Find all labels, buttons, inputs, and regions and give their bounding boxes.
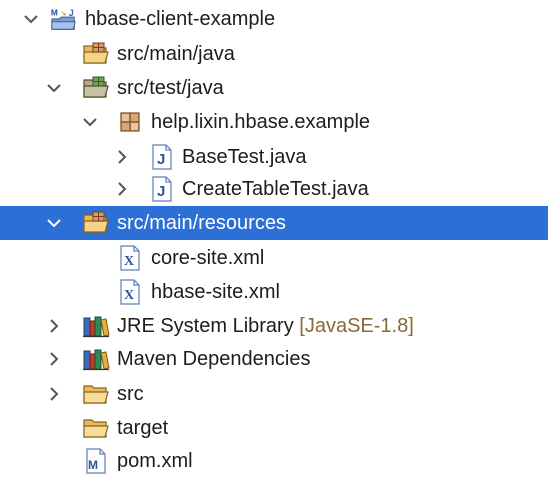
src-main-java-label: src/main/java	[117, 43, 235, 65]
maven-dependencies-label: Maven Dependencies	[117, 348, 311, 370]
tree-item-core-site[interactable]: X core-site.xml	[0, 241, 548, 275]
target-label: target	[117, 417, 169, 439]
svg-text:J: J	[157, 151, 165, 168]
project-explorer-tree: M ↘ J hbase-client-example src/main/java	[0, 0, 548, 482]
core-site-label: core-site.xml	[151, 247, 265, 269]
src-main-resources-label: src/main/resources	[117, 212, 286, 234]
maven-java-project-icon: M ↘ J	[50, 6, 78, 32]
project-label: hbase-client-example	[85, 8, 276, 30]
svg-text:↘: ↘	[60, 8, 66, 17]
folder-icon	[82, 381, 110, 407]
hbase-site-label: hbase-site.xml	[151, 281, 280, 303]
svg-text:X: X	[124, 254, 134, 269]
source-folder-icon	[82, 41, 110, 67]
jre-library-name: JRE System Library	[117, 315, 294, 337]
tree-item-src-main-java[interactable]: src/main/java	[0, 37, 548, 71]
source-folder-icon	[82, 210, 110, 236]
tree-item-pom[interactable]: M pom.xml	[0, 444, 548, 478]
package-icon	[116, 109, 144, 135]
xml-file-icon: X	[116, 279, 144, 305]
chevron-right-icon[interactable]	[44, 384, 64, 404]
chevron-down-icon[interactable]	[80, 112, 100, 132]
java-file-icon: J	[148, 176, 176, 202]
chevron-down-icon[interactable]	[44, 213, 64, 233]
package-label: help.lixin.hbase.example	[151, 111, 371, 133]
tree-item-src-main-resources[interactable]: src/main/resources	[0, 206, 548, 240]
tree-item-base-test[interactable]: J BaseTest.java	[0, 140, 548, 174]
tree-item-target[interactable]: target	[0, 411, 548, 445]
chevron-down-icon[interactable]	[21, 9, 41, 29]
chevron-right-icon[interactable]	[112, 147, 132, 167]
test-source-folder-icon	[82, 75, 110, 101]
src-label: src	[117, 383, 144, 405]
svg-text:X: X	[124, 288, 134, 303]
create-table-test-label: CreateTableTest.java	[182, 178, 369, 200]
library-icon	[82, 313, 110, 339]
src-test-java-label: src/test/java	[117, 77, 224, 99]
base-test-label: BaseTest.java	[182, 146, 307, 168]
tree-item-src-test-java[interactable]: src/test/java	[0, 71, 548, 105]
chevron-right-icon[interactable]	[44, 349, 64, 369]
tree-item-create-table-test[interactable]: J CreateTableTest.java	[0, 172, 548, 206]
svg-text:J: J	[157, 183, 165, 200]
java-file-icon: J	[148, 144, 176, 170]
tree-item-hbase-site[interactable]: X hbase-site.xml	[0, 275, 548, 309]
tree-item-src[interactable]: src	[0, 377, 548, 411]
pom-label: pom.xml	[117, 450, 193, 472]
tree-item-package[interactable]: help.lixin.hbase.example	[0, 105, 548, 139]
chevron-down-icon[interactable]	[44, 78, 64, 98]
maven-pom-icon: M	[82, 448, 110, 474]
library-icon	[82, 346, 110, 372]
chevron-right-icon[interactable]	[112, 179, 132, 199]
svg-text:M: M	[51, 7, 58, 17]
xml-file-icon: X	[116, 245, 144, 271]
folder-icon	[82, 415, 110, 441]
jre-version-decoration: [JavaSE-1.8]	[299, 315, 414, 337]
tree-item-maven-dependencies[interactable]: Maven Dependencies	[0, 342, 548, 376]
tree-item-jre-library[interactable]: JRE System Library [JavaSE-1.8]	[0, 309, 548, 343]
next-row-partial	[0, 478, 548, 482]
tree-item-project[interactable]: M ↘ J hbase-client-example	[0, 2, 548, 36]
jre-library-label: JRE System Library [JavaSE-1.8]	[117, 309, 414, 343]
svg-text:M: M	[88, 458, 98, 472]
chevron-right-icon[interactable]	[44, 316, 64, 336]
